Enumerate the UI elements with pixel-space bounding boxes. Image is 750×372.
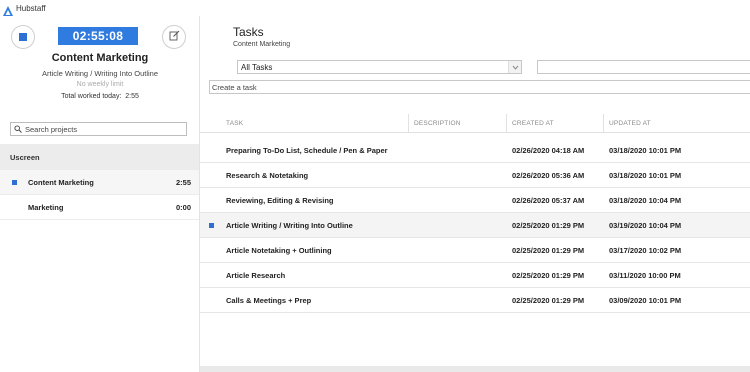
table-row[interactable]: Reviewing, Editing & Revising 02/26/2020… (200, 188, 750, 213)
table-row[interactable]: Research & Notetaking 02/26/2020 05:36 A… (200, 163, 750, 188)
table-row[interactable]: Preparing To-Do List, Schedule / Pen & P… (200, 138, 750, 163)
task-search-input[interactable] (537, 60, 750, 74)
updated-at-cell: 03/18/2020 10:01 PM (609, 171, 682, 180)
current-project-name: Content Marketing (51, 52, 149, 64)
stop-timer-button[interactable] (11, 25, 35, 49)
tasks-panel: Tasks Content Marketing All Tasks TASK D… (200, 16, 750, 372)
stop-icon (19, 33, 27, 41)
updated-at-cell: 03/18/2020 10:01 PM (609, 146, 682, 155)
table-row[interactable]: Calls & Meetings + Prep 02/25/2020 01:29… (200, 288, 750, 313)
timer-display: 02:55:08 (58, 27, 138, 45)
hubstaff-logo-icon (3, 3, 13, 16)
task-filter-select[interactable]: All Tasks (237, 60, 522, 74)
updated-at-cell: 03/18/2020 10:04 PM (609, 196, 682, 205)
column-header-updated-at[interactable]: UPDATED AT (609, 114, 651, 133)
task-cell: Calls & Meetings + Prep (226, 296, 312, 305)
table-row[interactable]: Article Research 02/25/2020 01:29 PM 03/… (200, 263, 750, 288)
updated-at-cell: 03/09/2020 10:01 PM (609, 296, 682, 305)
tasks-table-header: TASK DESCRIPTION CREATED AT UPDATED AT (200, 114, 750, 133)
horizontal-scrollbar[interactable] (200, 366, 750, 372)
current-task-name: Article Writing / Writing Into Outline (41, 69, 158, 78)
task-cell: Research & Notetaking (226, 171, 309, 180)
edit-note-button[interactable] (162, 25, 186, 49)
column-header-description[interactable]: DESCRIPTION (414, 114, 461, 133)
total-worked-label: Total worked today: (61, 93, 122, 100)
page-subtitle: Content Marketing (233, 41, 291, 48)
app-title: Hubstaff (16, 3, 46, 13)
created-at-cell: 02/25/2020 01:29 PM (512, 271, 585, 280)
created-at-cell: 02/25/2020 01:29 PM (512, 221, 585, 230)
sidebar: 02:55:08 Content Marketing Article Writi… (0, 16, 200, 372)
task-cell: Article Writing / Writing Into Outline (226, 221, 353, 230)
updated-at-cell: 03/19/2020 10:04 PM (609, 221, 682, 230)
project-item-time: 2:55 (175, 177, 191, 187)
total-worked-today: Total worked today: 2:55 (0, 93, 200, 100)
column-header-created-at[interactable]: CREATED AT (512, 114, 554, 133)
created-at-cell: 02/26/2020 05:36 AM (512, 171, 585, 180)
create-task-box[interactable] (209, 80, 750, 94)
created-at-cell: 02/26/2020 04:18 AM (512, 146, 585, 155)
project-item-name: Content Marketing (28, 177, 94, 187)
project-item-marketing[interactable]: Marketing 0:00 (0, 195, 199, 220)
total-worked-value: 2:55 (125, 93, 139, 100)
search-projects-input[interactable] (25, 124, 175, 134)
project-item-name: Marketing (28, 202, 64, 212)
task-cell: Reviewing, Editing & Revising (226, 196, 334, 205)
task-filter-value: All Tasks (241, 62, 273, 72)
project-item-time: 0:00 (175, 202, 191, 212)
page-title: Tasks (233, 25, 264, 39)
create-task-input[interactable] (212, 82, 732, 92)
created-at-cell: 02/25/2020 01:29 PM (512, 296, 585, 305)
chevron-down-icon[interactable] (508, 61, 521, 73)
project-item-content-marketing[interactable]: Content Marketing 2:55 (0, 170, 199, 195)
active-marker-icon (209, 223, 214, 228)
search-icon (14, 120, 22, 138)
created-at-cell: 02/26/2020 05:37 AM (512, 196, 585, 205)
table-row[interactable]: Article Notetaking + Outlining 02/25/202… (200, 238, 750, 263)
search-projects-box[interactable] (10, 122, 187, 136)
column-divider (408, 114, 409, 133)
weekly-limit-text: No weekly limit (76, 81, 124, 88)
column-divider (506, 114, 507, 133)
task-cell: Preparing To-Do List, Schedule / Pen & P… (226, 146, 388, 155)
organization-header: Uscreen (0, 144, 199, 170)
title-bar: Hubstaff (0, 0, 750, 16)
table-row-active[interactable]: Article Writing / Writing Into Outline 0… (200, 213, 750, 238)
created-at-cell: 02/25/2020 01:29 PM (512, 246, 585, 255)
updated-at-cell: 03/11/2020 10:00 PM (609, 271, 681, 280)
task-cell: Article Research (226, 271, 286, 280)
active-marker-icon (12, 179, 17, 185)
column-divider (603, 114, 604, 133)
updated-at-cell: 03/17/2020 10:02 PM (609, 246, 682, 255)
task-cell: Article Notetaking + Outlining (226, 246, 332, 255)
column-header-task[interactable]: TASK (226, 114, 243, 133)
edit-icon (169, 28, 180, 46)
